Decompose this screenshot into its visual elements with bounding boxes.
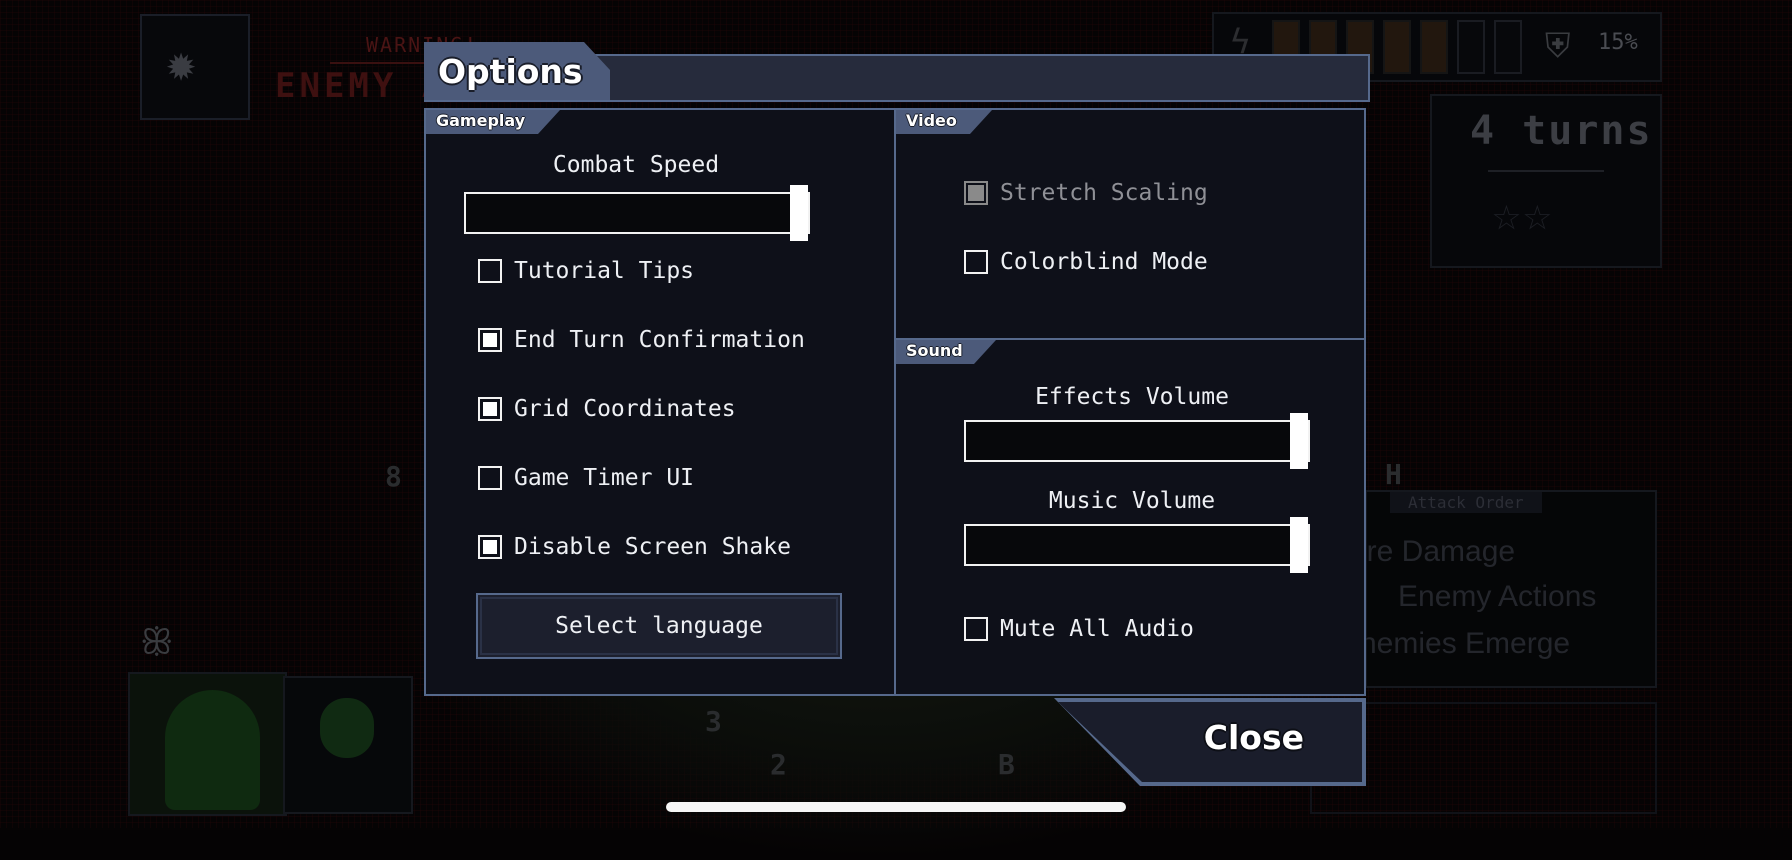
board-coordinate: 2 bbox=[770, 748, 787, 781]
effects-volume-slider[interactable] bbox=[964, 413, 1310, 469]
board-coordinate: B bbox=[998, 748, 1015, 781]
power-cell bbox=[1494, 20, 1522, 74]
sound-tab-label: Sound bbox=[896, 340, 996, 364]
star-rating: ☆☆ bbox=[1492, 186, 1554, 242]
sound-section: Sound Effects Volume Music Volume Mute A… bbox=[894, 338, 1366, 696]
combat-speed-slider-handle[interactable] bbox=[790, 185, 808, 241]
board-coordinate: 8 bbox=[385, 460, 402, 493]
tutorial-tips-checkbox[interactable]: Tutorial Tips bbox=[478, 258, 694, 284]
colorblind-mode-label: Colorblind Mode bbox=[1000, 249, 1208, 275]
attack-order-item: Enemy Actions bbox=[1398, 580, 1597, 613]
attack-order-item: ire Damage bbox=[1360, 535, 1516, 568]
music-volume-slider-handle[interactable] bbox=[1290, 517, 1308, 573]
disable-screen-shake-checkbox[interactable]: Disable Screen Shake bbox=[478, 534, 791, 560]
turns-divider bbox=[1488, 170, 1604, 172]
checkbox[interactable] bbox=[964, 617, 988, 641]
video-tab-label: Video bbox=[896, 110, 992, 134]
grid-coordinates-checkbox[interactable]: Grid Coordinates bbox=[478, 396, 736, 422]
combat-speed-slider[interactable] bbox=[464, 185, 810, 241]
end-turn-confirmation-label: End Turn Confirmation bbox=[514, 327, 805, 353]
checkbox[interactable] bbox=[478, 466, 502, 490]
dialog-title: Options bbox=[438, 52, 583, 91]
gear-icon: ✹ bbox=[166, 34, 197, 92]
power-cell bbox=[1383, 20, 1411, 74]
music-volume-label: Music Volume bbox=[1048, 488, 1216, 514]
combat-speed-label: Combat Speed bbox=[552, 152, 720, 178]
attack-order-title: Attack Order bbox=[1390, 492, 1542, 513]
enemy-portrait-art bbox=[165, 690, 260, 810]
game-timer-ui-checkbox[interactable]: Game Timer UI bbox=[478, 465, 694, 491]
effects-volume-label: Effects Volume bbox=[1035, 384, 1229, 410]
select-language-button[interactable]: Select language bbox=[476, 593, 842, 659]
disable-screen-shake-label: Disable Screen Shake bbox=[514, 534, 791, 560]
shield-icon: ⛨ bbox=[1545, 26, 1571, 66]
stretch-scaling-checkbox: Stretch Scaling bbox=[964, 180, 1208, 206]
grid-coordinates-label: Grid Coordinates bbox=[514, 396, 736, 422]
video-section: Video Stretch Scaling Colorblind Mode bbox=[894, 108, 1366, 340]
checkbox[interactable] bbox=[478, 259, 502, 283]
effects-volume-slider-handle[interactable] bbox=[1290, 413, 1308, 469]
board-coordinate: 3 bbox=[705, 705, 722, 738]
wings-icon: ꕥ bbox=[140, 622, 174, 663]
game-timer-ui-label: Game Timer UI bbox=[514, 465, 695, 491]
power-cell bbox=[1457, 20, 1485, 74]
home-indicator[interactable] bbox=[666, 802, 1126, 812]
stretch-scaling-label: Stretch Scaling bbox=[1000, 180, 1208, 206]
checkbox bbox=[964, 181, 988, 205]
grid-defense-percent: 15% bbox=[1598, 30, 1638, 55]
close-button-label: Close bbox=[1203, 718, 1304, 757]
unit-portrait-art bbox=[320, 698, 374, 758]
checkbox[interactable] bbox=[964, 250, 988, 274]
mute-all-audio-label: Mute All Audio bbox=[1000, 616, 1194, 642]
tutorial-tips-label: Tutorial Tips bbox=[514, 258, 695, 284]
gameplay-tab-label: Gameplay bbox=[426, 110, 560, 134]
music-volume-slider[interactable] bbox=[964, 517, 1310, 573]
enemy-warning-text: ENEMY A bbox=[275, 66, 447, 106]
colorblind-mode-checkbox[interactable]: Colorblind Mode bbox=[964, 249, 1208, 275]
board-coordinate: H bbox=[1385, 458, 1402, 491]
end-turn-confirmation-checkbox[interactable]: End Turn Confirmation bbox=[478, 327, 805, 353]
power-cell bbox=[1420, 20, 1448, 74]
turns-remaining: 4 turns bbox=[1470, 108, 1653, 154]
checkbox[interactable] bbox=[478, 397, 502, 421]
checkbox[interactable] bbox=[478, 535, 502, 559]
checkbox[interactable] bbox=[478, 328, 502, 352]
mute-all-audio-checkbox[interactable]: Mute All Audio bbox=[964, 616, 1194, 642]
attack-order-item: nemies Emerge bbox=[1360, 627, 1571, 660]
